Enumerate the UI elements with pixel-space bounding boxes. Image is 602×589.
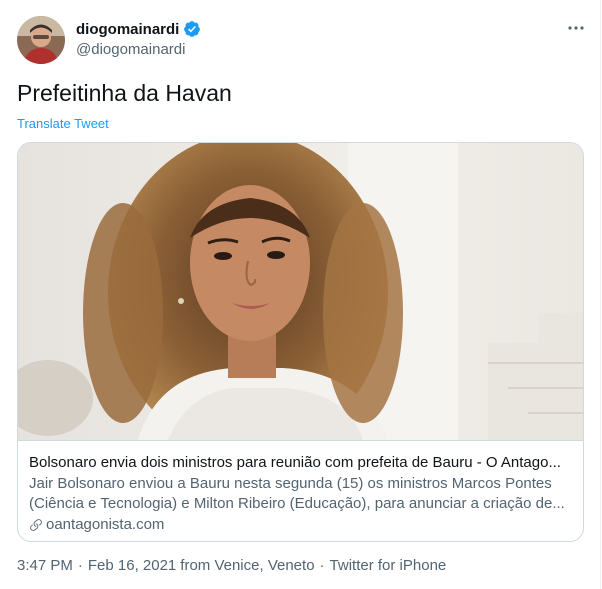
card-description: Jair Bolsonaro enviou a Bauru nesta segu… [29, 475, 565, 512]
tweet-text: Prefeitinha da Havan [17, 80, 232, 106]
link-icon [30, 519, 42, 531]
avatar[interactable] [17, 16, 65, 64]
tweet-meta: 3:47 PM · Feb 16, 2021 from Venice, Vene… [17, 557, 446, 574]
more-options-button[interactable] [564, 16, 588, 40]
card-image[interactable] [18, 143, 583, 453]
more-dots-icon [568, 26, 584, 30]
card-domain: oantagonista.com [29, 515, 571, 535]
tweet-date[interactable]: Feb 16, 2021 [88, 557, 176, 574]
tweet-time[interactable]: 3:47 PM [17, 557, 73, 574]
author-handle[interactable]: @diogomainardi [76, 41, 185, 58]
author-name-row[interactable]: diogomainardi [76, 20, 201, 38]
card-title: Bolsonaro envia dois ministros para reun… [29, 454, 561, 471]
meta-separator: · [319, 557, 325, 574]
translate-tweet-link[interactable]: Translate Tweet [17, 116, 109, 131]
tweet-container: diogomainardi @diogomainardi Prefeitinha… [0, 0, 601, 589]
tweet-location[interactable]: from Venice, Veneto [180, 557, 314, 574]
card-body[interactable]: Bolsonaro envia dois ministros para reun… [18, 440, 583, 541]
card-domain-text: oantagonista.com [46, 516, 165, 533]
tweet-source[interactable]: Twitter for iPhone [330, 557, 447, 574]
display-name[interactable]: diogomainardi [76, 21, 179, 38]
meta-separator: · [77, 557, 83, 574]
link-preview-card[interactable]: Bolsonaro envia dois ministros para reun… [17, 142, 584, 542]
verified-badge-icon [183, 20, 201, 38]
